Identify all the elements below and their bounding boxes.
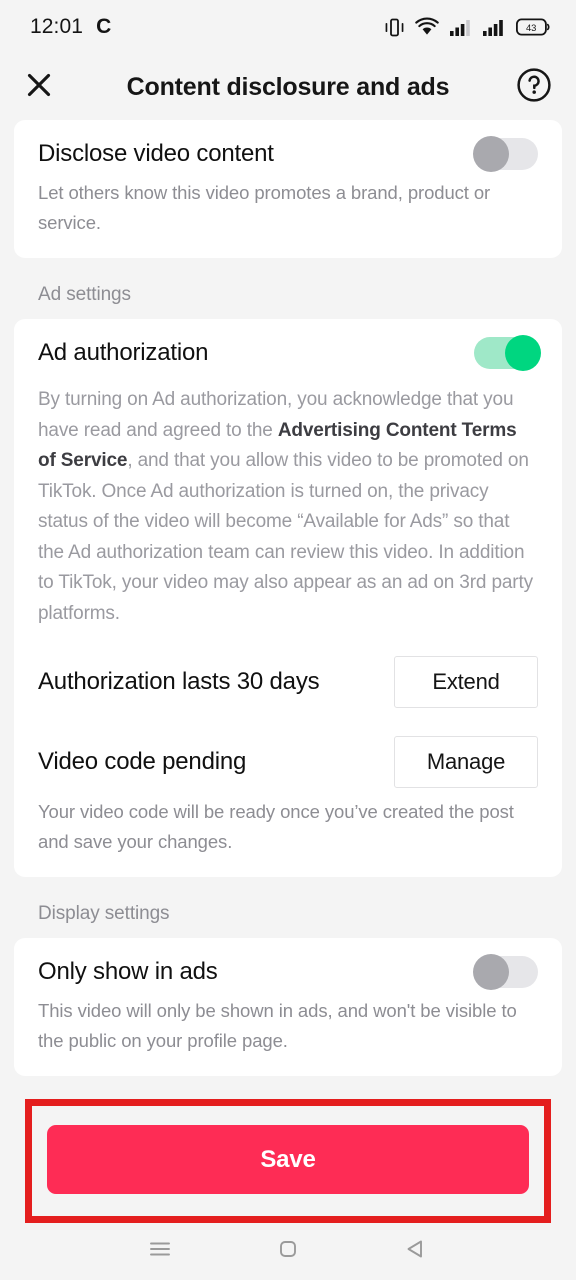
ad-authorization-row[interactable]: Ad authorization	[38, 335, 541, 371]
paragraph-text-end: , and that you allow this video to be pr…	[38, 450, 533, 624]
video-code-description: Your video code will be ready once you’v…	[38, 801, 514, 852]
signal-icon-2	[483, 17, 505, 38]
close-icon	[24, 70, 54, 105]
recents-button[interactable]	[130, 1234, 190, 1269]
manage-button[interactable]: Manage	[394, 736, 538, 788]
ad-settings-card: Ad authorization By turning on Ad author…	[14, 319, 562, 877]
help-button[interactable]	[508, 67, 552, 108]
toggle-knob	[473, 136, 509, 172]
wifi-icon	[415, 17, 439, 38]
only-show-in-ads-row[interactable]: Only show in ads	[38, 954, 538, 990]
help-circle-icon	[516, 67, 552, 108]
signal-icon-1	[450, 17, 472, 38]
vibrate-icon	[385, 17, 404, 38]
video-code-label: Video code pending	[38, 748, 247, 775]
save-highlight-box: Save	[25, 1099, 551, 1223]
back-button[interactable]	[386, 1234, 446, 1269]
status-bar-app-badge: C	[96, 15, 112, 38]
ad-settings-section-label: Ad settings	[38, 284, 131, 305]
only-show-in-ads-toggle[interactable]	[473, 954, 538, 990]
page-header: Content disclosure and ads	[0, 54, 576, 120]
ad-authorization-label: Ad authorization	[38, 339, 209, 366]
home-square-icon	[273, 1234, 303, 1269]
status-bar-time: 12:01	[30, 15, 84, 38]
status-bar-icons: 43	[385, 17, 550, 38]
display-settings-card: Only show in ads This video will only be…	[14, 938, 562, 1076]
menu-icon	[145, 1234, 175, 1269]
svg-text:43: 43	[526, 22, 536, 33]
video-code-row: Video code pending Manage	[38, 735, 538, 789]
ad-authorization-paragraph: By turning on Ad authorization, you ackn…	[38, 385, 538, 629]
display-settings-section-label: Display settings	[38, 903, 170, 924]
close-button[interactable]	[24, 70, 68, 105]
toggle-knob	[473, 954, 509, 990]
disclose-video-content-description: Let others know this video promotes a br…	[38, 182, 491, 233]
android-nav-bar	[0, 1223, 576, 1280]
save-button[interactable]: Save	[47, 1125, 529, 1194]
only-show-in-ads-label: Only show in ads	[38, 958, 218, 985]
home-button[interactable]	[258, 1234, 318, 1269]
disclose-video-content-row[interactable]: Disclose video content	[38, 136, 538, 172]
authorization-duration-row: Authorization lasts 30 days Extend	[38, 655, 538, 709]
back-triangle-icon	[401, 1234, 431, 1269]
disclose-video-content-label: Disclose video content	[38, 140, 274, 167]
page-title: Content disclosure and ads	[126, 72, 450, 101]
battery-icon: 43	[516, 17, 550, 37]
extend-button[interactable]: Extend	[394, 656, 538, 708]
disclose-video-content-card: Disclose video content Let others know t…	[14, 120, 562, 258]
status-bar: 12:01 C 43	[0, 0, 576, 54]
only-show-in-ads-description: This video will only be shown in ads, an…	[38, 1000, 517, 1051]
disclose-video-content-toggle[interactable]	[473, 136, 538, 172]
ad-authorization-toggle[interactable]	[474, 335, 541, 371]
settings-content: Disclose video content Let others know t…	[0, 120, 576, 1076]
authorization-duration-label: Authorization lasts 30 days	[38, 668, 320, 695]
toggle-knob	[505, 335, 541, 371]
